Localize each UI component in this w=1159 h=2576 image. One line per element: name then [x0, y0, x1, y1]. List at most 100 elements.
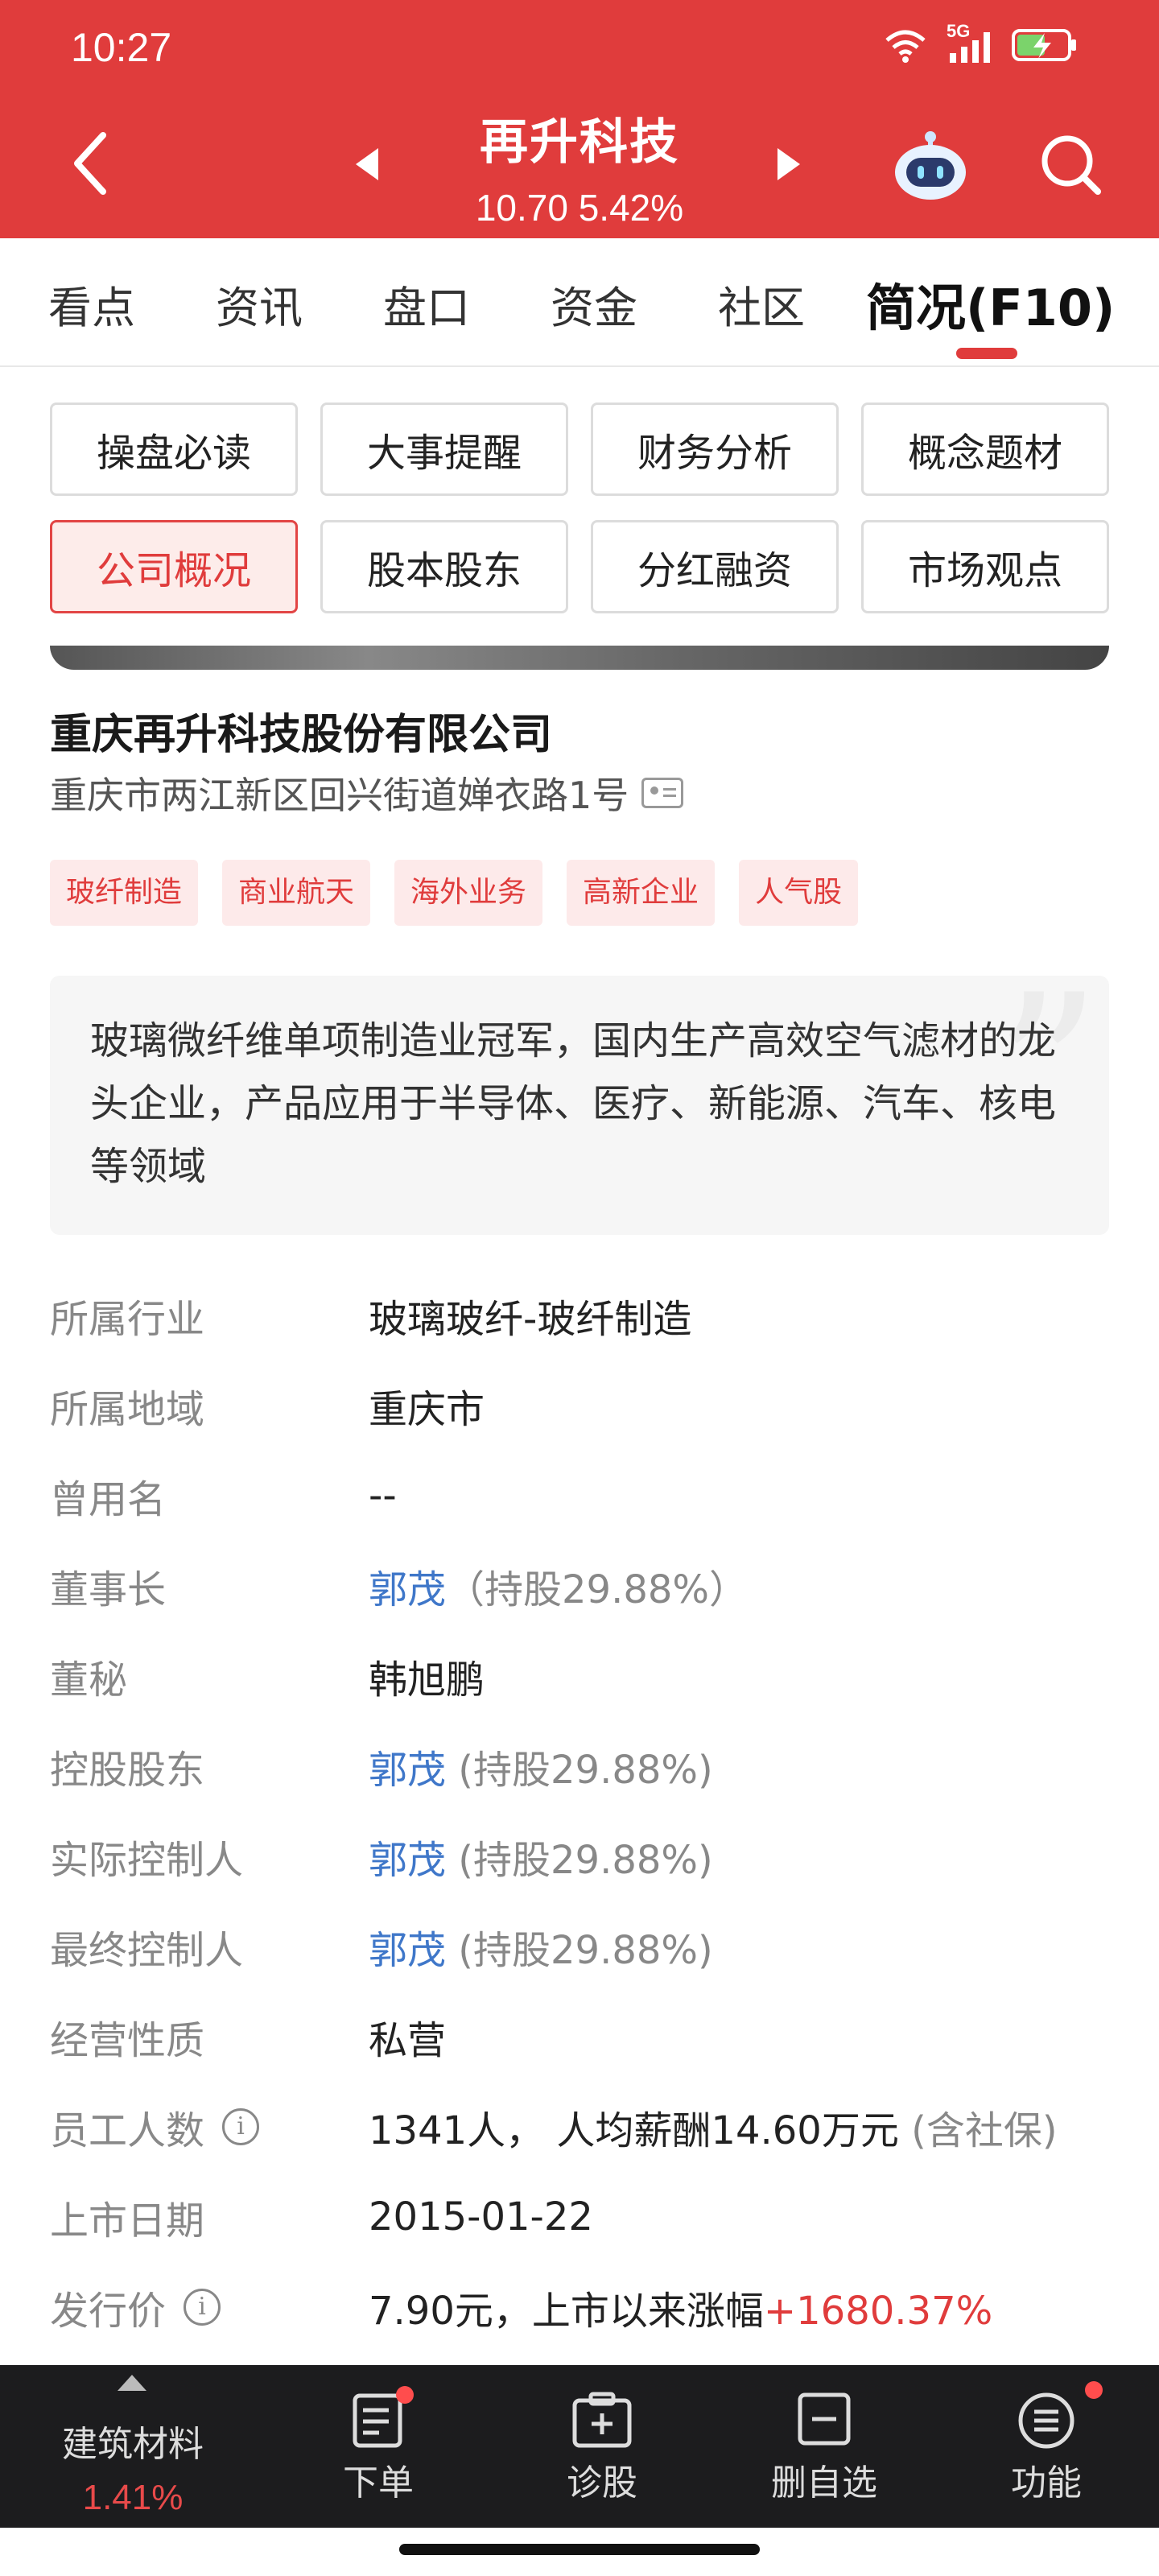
section-market-views[interactable]: 市场观点 [861, 520, 1109, 613]
info-label: 所属地域 [50, 1387, 205, 1432]
employees-value: 1341人， 人均薪酬14.60万元 [369, 2108, 899, 2153]
info-label: 经营性质 [50, 2018, 205, 2063]
info-row-region: 所属地域 重庆市 [50, 1360, 1109, 1451]
search-icon[interactable] [1038, 132, 1103, 196]
info-value: 1341人， 人均薪酬14.60万元 (含社保) [369, 2099, 1058, 2155]
tag-item[interactable]: 海外业务 [394, 860, 543, 926]
section-financial-analysis[interactable]: 财务分析 [591, 402, 839, 496]
info-value: 私营 [369, 2018, 447, 2063]
controlling-holding: (持股29.88%) [458, 1748, 713, 1793]
tag-item[interactable]: 商业航天 [222, 860, 371, 926]
info-row-listing-date: 上市日期 2015-01-22 [50, 2172, 1109, 2262]
tab-orderbook[interactable]: 盘口 [383, 272, 470, 336]
actual-holding: (持股29.88%) [458, 1838, 713, 1883]
info-row-ultimate-controller: 最终控制人 郭茂 (持股29.88%) [50, 1901, 1109, 1992]
company-tags: 玻纤制造 商业航天 海外业务 高新企业 人气股 [50, 860, 859, 926]
ipo-value: 7.90元，上市以来涨幅 [369, 2289, 764, 2334]
info-value: 郭茂（持股29.88%） [369, 1558, 748, 1614]
tag-item[interactable]: 玻纤制造 [50, 860, 199, 926]
info-value: -- [369, 1473, 397, 1518]
info-row-ipo-price: 发行价 i 7.90元，上市以来涨幅+1680.37% [50, 2262, 1109, 2352]
info-label: 实际控制人 [50, 1838, 244, 1883]
info-label: 所属行业 [50, 1297, 205, 1342]
diagnose-icon [572, 2392, 632, 2448]
ai-assistant-icon[interactable] [892, 129, 969, 203]
detail-tabs: 看点 资讯 盘口 资金 社区 简况(F10) [0, 238, 1159, 367]
tab-community[interactable]: 社区 [718, 272, 805, 336]
stock-header: 10:27 5G 再升科技 10.70 5.42% [0, 0, 1159, 238]
chairman-holding: （持股29.88%） [446, 1567, 749, 1612]
stock-title-block: 再升科技 10.70 5.42% [0, 103, 1159, 229]
company-summary-text: 玻璃微纤维单项制造业冠军，国内生产高效空气滤材的龙头企业，产品应用于半导体、医疗… [90, 1018, 1057, 1189]
order-label: 下单 [343, 2462, 414, 2504]
info-value: 重庆市 [369, 1387, 485, 1432]
info-value: 2015-01-22 [369, 2194, 593, 2240]
actual-controller-link[interactable]: 郭茂 [369, 1838, 446, 1883]
tab-news[interactable]: 资讯 [216, 272, 303, 336]
home-indicator[interactable] [399, 2544, 760, 2555]
f10-section-grid: 操盘必读 大事提醒 财务分析 概念题材 公司概况 股本股东 分红融资 市场观点 [50, 402, 1109, 613]
info-row-actual-controller: 实际控制人 郭茂 (持股29.88%) [50, 1811, 1109, 1901]
info-label: 上市日期 [50, 2198, 205, 2244]
section-dividends[interactable]: 分红融资 [591, 520, 839, 613]
company-address: 重庆市两江新区回兴街道婵衣路1号 [50, 766, 684, 819]
controlling-shareholder-link[interactable]: 郭茂 [369, 1748, 446, 1793]
company-summary-card: ” 玻璃微纤维单项制造业冠军，国内生产高效空气滤材的龙头企业，产品应用于半导体、… [50, 976, 1109, 1235]
diagnose-button[interactable]: 诊股 [522, 2365, 683, 2528]
company-photo-banner [50, 646, 1109, 670]
next-stock-icon[interactable] [774, 147, 803, 182]
info-value: 郭茂 (持股29.88%) [369, 1918, 713, 1975]
sector-button[interactable]: 建筑材料 1.41% [32, 2365, 233, 2528]
info-row-controlling-shareholder: 控股股东 郭茂 (持股29.88%) [50, 1721, 1109, 1811]
info-label: 董事长 [50, 1567, 167, 1612]
info-row-former-name: 曾用名 -- [50, 1451, 1109, 1541]
company-full-name: 重庆再升科技股份有限公司 [50, 711, 553, 759]
ultimate-controller-link[interactable]: 郭茂 [369, 1928, 446, 1973]
active-tab-indicator [956, 348, 1017, 359]
company-info-table: 所属行业 玻璃玻纤-玻纤制造 所属地域 重庆市 曾用名 -- 董事长 郭茂（持股… [50, 1270, 1109, 2352]
stock-name: 再升科技 [480, 114, 679, 171]
info-hint-icon[interactable]: i [184, 2289, 221, 2326]
tag-item[interactable]: 人气股 [739, 860, 859, 926]
info-row-chairman: 董事长 郭茂（持股29.88%） [50, 1541, 1109, 1631]
business-card-icon[interactable] [641, 778, 684, 808]
functions-button[interactable]: 功能 [966, 2365, 1127, 2528]
info-value: 郭茂 (持股29.88%) [369, 1738, 713, 1794]
section-company-overview[interactable]: 公司概况 [50, 520, 298, 613]
info-value: 郭茂 (持股29.88%) [369, 1828, 713, 1885]
info-hint-icon[interactable]: i [222, 2108, 260, 2145]
remove-watchlist-button[interactable]: 删自选 [728, 2365, 921, 2528]
ultimate-holding: (持股29.88%) [458, 1928, 713, 1973]
order-button[interactable]: 下单 [298, 2365, 459, 2528]
info-value: 韩旭鹏 [369, 1657, 485, 1703]
bottom-action-bar: 建筑材料 1.41% 下单 诊股 删自选 功能 [0, 2365, 1159, 2528]
remove-icon [798, 2392, 851, 2446]
tab-capital[interactable]: 资金 [551, 272, 637, 336]
section-trading-essentials[interactable]: 操盘必读 [50, 402, 298, 496]
chairman-link[interactable]: 郭茂 [369, 1567, 446, 1612]
info-row-secretary: 董秘 韩旭鹏 [50, 1631, 1109, 1721]
info-label: 员工人数 [50, 2108, 205, 2153]
info-row-employees: 员工人数 i 1341人， 人均薪酬14.60万元 (含社保) [50, 2082, 1109, 2172]
section-event-reminders[interactable]: 大事提醒 [320, 402, 568, 496]
section-concepts[interactable]: 概念题材 [861, 402, 1109, 496]
functions-label: 功能 [1011, 2462, 1082, 2504]
sector-change: 1.41% [82, 2478, 184, 2517]
signal-icon: 5G [947, 21, 992, 64]
menu-icon [1018, 2392, 1074, 2449]
notification-dot [1085, 2381, 1103, 2399]
info-row-industry: 所属行业 玻璃玻纤-玻纤制造 [50, 1270, 1109, 1360]
battery-icon [1012, 29, 1076, 61]
info-label-with-hint: 发行价 i [50, 2279, 369, 2335]
tab-f10-profile[interactable]: 简况(F10) [866, 267, 1115, 340]
sector-name: 建筑材料 [62, 2424, 204, 2465]
address-text: 重庆市两江新区回兴街道婵衣路1号 [50, 774, 629, 817]
info-value: 7.90元，上市以来涨幅+1680.37% [369, 2279, 992, 2335]
info-label: 控股股东 [50, 1748, 205, 1793]
tag-item[interactable]: 高新企业 [567, 860, 716, 926]
stock-price-change: 10.70 5.42% [475, 187, 684, 229]
tab-highlights[interactable]: 看点 [48, 272, 135, 336]
info-label: 董秘 [50, 1657, 128, 1703]
info-label: 曾用名 [50, 1477, 167, 1522]
section-shareholders[interactable]: 股本股东 [320, 520, 568, 613]
